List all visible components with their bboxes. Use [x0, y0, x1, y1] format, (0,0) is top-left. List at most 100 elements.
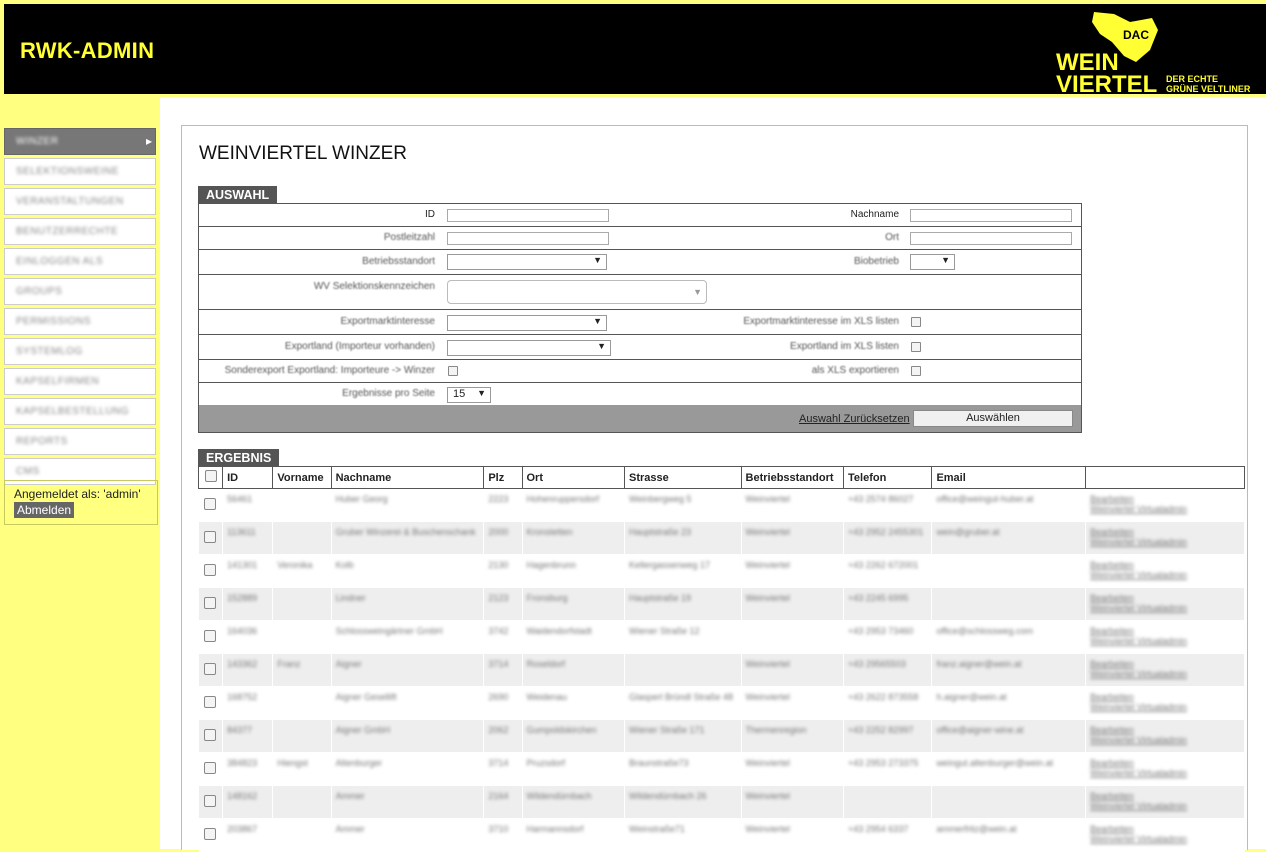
cell-strasse-text: Wiener Straße 171 — [628, 725, 705, 735]
exportmarkt-select[interactable]: ▼ — [447, 315, 607, 331]
nachname-input[interactable] — [910, 209, 1072, 222]
column-header-id[interactable]: ID — [222, 466, 274, 489]
edit-link[interactable]: Bearbeiten — [1090, 758, 1240, 768]
exportland-select[interactable]: ▼ — [447, 340, 611, 356]
row-checkbox[interactable] — [204, 696, 217, 708]
exportmarkt-xls-checkbox[interactable] — [911, 317, 921, 327]
wv-selektion-multiselect[interactable]: ▼ — [447, 280, 707, 304]
virtualadmin-link[interactable]: Weinviertel Virtualadmin — [1090, 834, 1240, 844]
sidebar-item-einloggen-als[interactable]: EINLOGGEN ALS — [4, 248, 156, 275]
table-row: 113611 Gruber Winzerei & Buschenschank 200… — [198, 521, 1245, 555]
cell-betrieb-text: Weinviertel — [745, 791, 790, 801]
row-checkbox[interactable] — [204, 564, 217, 576]
betriebsstandort-label: Betriebsstandort — [362, 256, 435, 267]
row-checkbox[interactable] — [204, 762, 217, 774]
exportland-xls-checkbox[interactable] — [911, 342, 921, 352]
virtualadmin-link[interactable]: Weinviertel Virtualadmin — [1090, 801, 1240, 811]
cell-nachname-text: Huber Georg — [335, 494, 388, 504]
virtualadmin-link[interactable]: Weinviertel Virtualadmin — [1090, 504, 1240, 514]
edit-link[interactable]: Bearbeiten — [1090, 593, 1240, 603]
row-checkbox[interactable] — [204, 828, 217, 840]
column-header-strasse[interactable]: Strasse — [623, 466, 742, 489]
edit-link[interactable]: Bearbeiten — [1090, 824, 1240, 834]
row-checkbox[interactable] — [204, 729, 217, 741]
cell-vorname-text: Franz — [277, 659, 301, 669]
sidebar-item-label: EINLOGGEN ALS — [16, 256, 104, 267]
exportland-xls-label: Exportland im XLS listen — [790, 341, 899, 352]
cell-telefon: +43 2622 873558 — [843, 686, 933, 720]
virtualadmin-link[interactable]: Weinviertel Virtualadmin — [1090, 570, 1240, 580]
column-header-telefon[interactable]: Telefon — [843, 466, 933, 489]
row-checkbox[interactable] — [204, 795, 217, 807]
sidebar-item-reports[interactable]: REPORTS — [4, 428, 156, 455]
ergebnisse-pro-seite-select[interactable]: 15 ▼ — [447, 387, 491, 403]
plz-input[interactable] — [447, 232, 609, 245]
edit-link[interactable]: Bearbeiten — [1090, 725, 1240, 735]
select-button[interactable]: Auswählen — [913, 410, 1073, 427]
column-header-nachname[interactable]: Nachname — [330, 466, 485, 489]
cell-email — [931, 785, 1087, 819]
cell-plz: 2130 — [483, 554, 523, 588]
sidebar-item-permissions[interactable]: PERMISSIONS — [4, 308, 156, 335]
column-header-vorname[interactable]: Vorname — [272, 466, 332, 489]
virtualadmin-link[interactable]: Weinviertel Virtualadmin — [1090, 702, 1240, 712]
edit-link[interactable]: Bearbeiten — [1090, 527, 1240, 537]
virtualadmin-link[interactable]: Weinviertel Virtualadmin — [1090, 735, 1240, 745]
edit-link[interactable]: Bearbeiten — [1090, 791, 1240, 801]
sidebar-item-systemlog[interactable]: SYSTEMLOG — [4, 338, 156, 365]
row-checkbox[interactable] — [204, 597, 217, 609]
biobetrieb-select[interactable]: ▼ — [910, 254, 955, 270]
sidebar-item-veranstaltungen[interactable]: VERANSTALTUNGEN — [4, 188, 156, 215]
reset-selection-link[interactable]: Auswahl Zurücksetzen — [799, 413, 910, 425]
logo-tagline1: DER ECHTE — [1166, 74, 1218, 84]
row-checkbox[interactable] — [204, 630, 217, 642]
column-header-ort[interactable]: Ort — [521, 466, 625, 489]
sidebar-item-kapselfirmen[interactable]: KAPSELFIRMEN — [4, 368, 156, 395]
select-all-checkbox[interactable] — [204, 470, 217, 482]
logout-button[interactable]: Abmelden — [14, 502, 75, 518]
id-input[interactable] — [447, 209, 609, 222]
row-checkbox[interactable] — [204, 498, 217, 510]
virtualadmin-link[interactable]: Weinviertel Virtualadmin — [1090, 669, 1240, 679]
virtualadmin-link[interactable]: Weinviertel Virtualadmin — [1090, 636, 1240, 646]
column-header-betriebsstandort[interactable]: Betriebsstandort — [740, 466, 845, 489]
cell-nachname: Aigner Gesellift — [331, 686, 485, 720]
betriebsstandort-select[interactable]: ▼ — [447, 254, 607, 270]
edit-link[interactable]: Bearbeiten — [1090, 494, 1240, 504]
sidebar-item-groups[interactable]: GROUPS — [4, 278, 156, 305]
virtualadmin-link[interactable]: Weinviertel Virtualadmin — [1090, 537, 1240, 547]
cell-plz-text: 3714 — [488, 659, 509, 669]
cell-betrieb-text — [746, 621, 839, 626]
ort-input[interactable] — [910, 232, 1072, 245]
form-row-betriebsstandort: Betriebsstandort ▼ Biobetrieb ▼ — [199, 250, 1081, 275]
row-checkbox[interactable] — [204, 663, 217, 675]
row-checkbox-cell — [198, 587, 224, 621]
column-header-plz[interactable]: Plz — [483, 466, 523, 489]
sidebar-item-label: VERANSTALTUNGEN — [16, 196, 124, 207]
cell-id-text: 143362 — [227, 659, 258, 669]
cell-plz-text: 2062 — [488, 725, 509, 735]
edit-link[interactable]: Bearbeiten — [1090, 659, 1240, 669]
row-actions: Bearbeiten Weinviertel Virtualadmin — [1090, 687, 1240, 712]
xls-export-checkbox[interactable] — [911, 366, 921, 376]
row-actions: Bearbeiten Weinviertel Virtualadmin — [1090, 720, 1240, 745]
virtualadmin-link[interactable]: Weinviertel Virtualadmin — [1090, 603, 1240, 613]
sidebar-item-selektionsweine[interactable]: SELEKTIONSWEINE — [4, 158, 156, 185]
sidebar-item-kapselbestellung[interactable]: KAPSELBESTELLUNG — [4, 398, 156, 425]
virtualadmin-link[interactable]: Weinviertel Virtualadmin — [1090, 768, 1240, 778]
cell-plz: 2123 — [483, 587, 523, 621]
edit-link[interactable]: Bearbeiten — [1090, 692, 1240, 702]
sidebar-item-winzer[interactable]: WINZER ▸ — [4, 128, 156, 155]
sonderexport-checkbox[interactable] — [448, 366, 458, 376]
row-checkbox[interactable] — [204, 531, 217, 543]
edit-link[interactable]: Bearbeiten — [1090, 560, 1240, 570]
cell-telefon-text: +43 2574 86027 — [848, 494, 914, 504]
cell-vorname-text: Veronika — [277, 560, 313, 570]
edit-link[interactable]: Bearbeiten — [1090, 626, 1240, 636]
column-header-email[interactable]: Email — [931, 466, 1087, 489]
cell-nachname-text: Ammer — [335, 824, 365, 834]
cell-email: ammerfritz@wein.at — [931, 818, 1087, 852]
sidebar-item-benutzerrechte[interactable]: BENUTZERRECHTE — [4, 218, 156, 245]
row-actions: Bearbeiten Weinviertel Virtualadmin — [1090, 555, 1240, 580]
row-checkbox-cell — [198, 521, 224, 555]
